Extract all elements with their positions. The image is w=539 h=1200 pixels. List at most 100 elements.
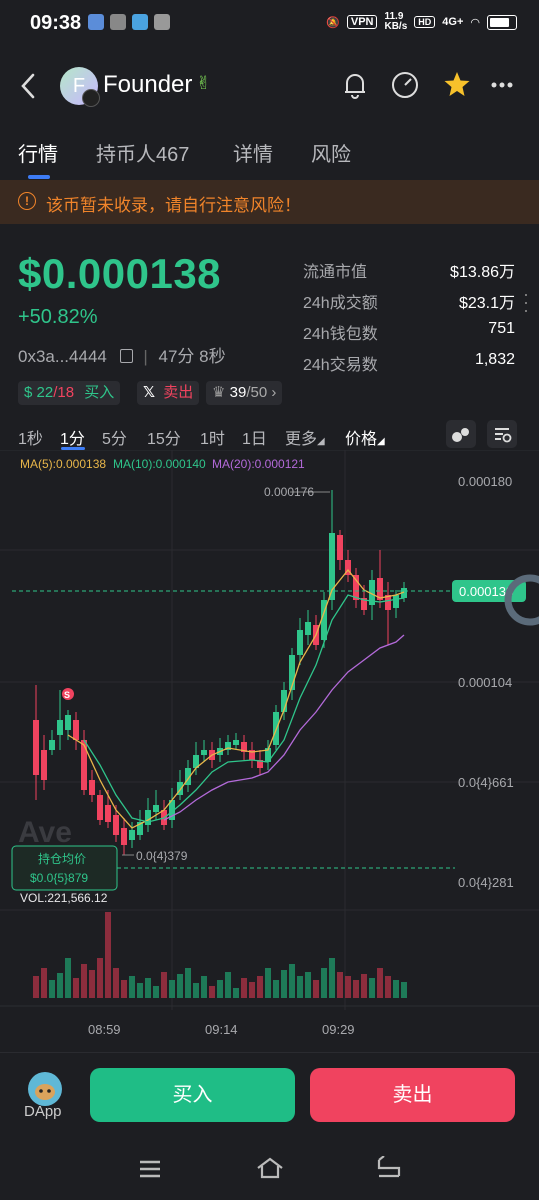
hold-avg-label: 持仓均价 xyxy=(38,851,86,866)
back-icon[interactable] xyxy=(20,73,36,102)
volume-bar xyxy=(249,982,255,998)
volume-bar xyxy=(393,980,399,998)
volume-bar xyxy=(265,968,271,998)
clock: 09:38 xyxy=(30,12,82,34)
y-tick-2: 0.000104 xyxy=(458,675,512,690)
volume-bar xyxy=(113,968,119,998)
candle-body xyxy=(121,828,127,845)
back-nav-icon[interactable] xyxy=(375,1156,403,1180)
home-icon[interactable] xyxy=(255,1156,285,1180)
gauge-icon[interactable] xyxy=(388,68,422,102)
stat-value-volume: $23.1万 xyxy=(458,295,515,312)
volume-bar xyxy=(97,958,103,998)
y-tick-3: 0.0{4}661 xyxy=(458,775,514,790)
tab-details[interactable]: 详情 xyxy=(233,138,273,167)
volume-bar xyxy=(121,980,127,998)
volume-bar xyxy=(385,976,391,998)
star-icon[interactable] xyxy=(440,68,474,102)
volume-bar xyxy=(273,980,279,998)
interval-1m[interactable]: 1分 xyxy=(60,425,85,449)
x-tick-3: 09:29 xyxy=(322,1022,355,1037)
signal-icon: 4G+ xyxy=(442,16,464,28)
interval-15m[interactable]: 15分 xyxy=(147,425,181,449)
tab-market[interactable]: 行情 xyxy=(18,138,58,167)
vpn-icon: VPN xyxy=(346,15,378,29)
volume-bar xyxy=(401,982,407,998)
volume-bar xyxy=(201,976,207,998)
current-price: $0.000138 xyxy=(18,250,222,297)
net-speed: 11.9 KB/s xyxy=(384,11,408,32)
volume-bar xyxy=(329,958,335,998)
volume-bar xyxy=(337,972,343,998)
indicator-icon[interactable] xyxy=(446,420,476,448)
more-icon[interactable] xyxy=(488,68,522,102)
hand-icon: ✌ xyxy=(196,73,212,93)
sell-button[interactable]: 卖出 xyxy=(310,1068,515,1122)
chevron-right-icon: › xyxy=(271,384,277,401)
interval-1s[interactable]: 1秒 xyxy=(18,425,43,449)
candle-body xyxy=(233,740,239,745)
volume-bar xyxy=(105,912,111,998)
volume-bar xyxy=(361,974,367,998)
token-title: Founder xyxy=(103,71,193,98)
bell-icon[interactable] xyxy=(338,68,372,102)
volume-bar xyxy=(41,968,47,998)
candle-body xyxy=(113,815,119,835)
candle-body xyxy=(81,740,87,790)
high-label: 0.000176 xyxy=(264,485,314,499)
status-bar: 09:38 🔕 VPN 11.9 KB/s HD 4G+ ◠ xyxy=(0,0,539,46)
tab-bar: 行情 持币人467 详情 风险 xyxy=(0,132,539,178)
candle-body xyxy=(97,795,103,820)
volume-bar xyxy=(217,980,223,998)
volume-bar xyxy=(161,972,167,998)
volume-bar xyxy=(305,972,311,998)
stat-label-volume: 24h成交额 xyxy=(303,295,378,312)
volume-label: VOL:221,566.12 xyxy=(20,891,108,905)
candle-body xyxy=(49,740,55,750)
volume-bar xyxy=(65,958,71,998)
volume-bar xyxy=(377,968,383,998)
candle-body xyxy=(57,720,63,735)
risk-warning-banner: ! 该币暂未收录，请自行注意风险！ xyxy=(0,180,539,224)
stat-value-mcap: $13.86万 xyxy=(450,264,515,281)
tab-risk[interactable]: 风险 xyxy=(311,138,351,167)
candle-body xyxy=(305,622,311,635)
tab-holders[interactable]: 持币人467 xyxy=(96,138,189,167)
volume-bar xyxy=(129,976,135,998)
stat-value-trades: 1,832 xyxy=(474,351,515,368)
volume-bar xyxy=(57,973,63,998)
menu-icon[interactable] xyxy=(138,1158,162,1180)
chart-settings-icon[interactable] xyxy=(487,420,517,448)
volume-bar xyxy=(153,986,159,998)
candle-body xyxy=(65,715,71,730)
candle-body xyxy=(201,750,207,755)
dapp-label[interactable]: DApp xyxy=(24,1103,62,1120)
rank-chip[interactable]: ♛ 39/50 › xyxy=(206,381,283,405)
kline-chart[interactable]: MA(5):0.000138 MA(10):0.000140 MA(20):0.… xyxy=(0,450,539,1050)
volume-bar xyxy=(321,968,327,998)
volume-bar xyxy=(233,988,239,998)
token-header: F Founder ✌ xyxy=(0,55,539,115)
dapp-icon[interactable] xyxy=(28,1072,62,1106)
chain-badge-icon xyxy=(82,89,100,107)
watermark: Ave xyxy=(18,816,72,849)
volume-bar xyxy=(89,970,95,998)
interval-5m[interactable]: 5分 xyxy=(102,425,127,449)
ma-line xyxy=(163,634,405,821)
interval-1h[interactable]: 1时 xyxy=(200,425,225,449)
system-nav-bar xyxy=(0,1150,539,1200)
volume-bar xyxy=(313,980,319,998)
x-tick-1: 08:59 xyxy=(88,1022,121,1037)
y-tick-4: 0.0{4}281 xyxy=(458,875,514,890)
contract-address[interactable]: 0x3a...4444 | 47分 8秒 xyxy=(18,342,226,367)
price-toggle[interactable]: 价格◢ xyxy=(345,425,385,449)
candle-body xyxy=(393,595,399,608)
x-sell-chip[interactable]: 𝕏 卖出 xyxy=(137,381,200,405)
stat-value-wallets: 751 xyxy=(488,320,515,337)
interval-more[interactable]: 更多◢ xyxy=(285,425,325,449)
copy-icon[interactable] xyxy=(119,349,133,363)
buy-button[interactable]: 买入 xyxy=(90,1068,295,1122)
interval-1d[interactable]: 1日 xyxy=(242,425,267,449)
more-stats-icon[interactable]: · · · xyxy=(523,285,529,319)
holders-chip[interactable]: $ 22/18 买入 xyxy=(18,381,121,405)
